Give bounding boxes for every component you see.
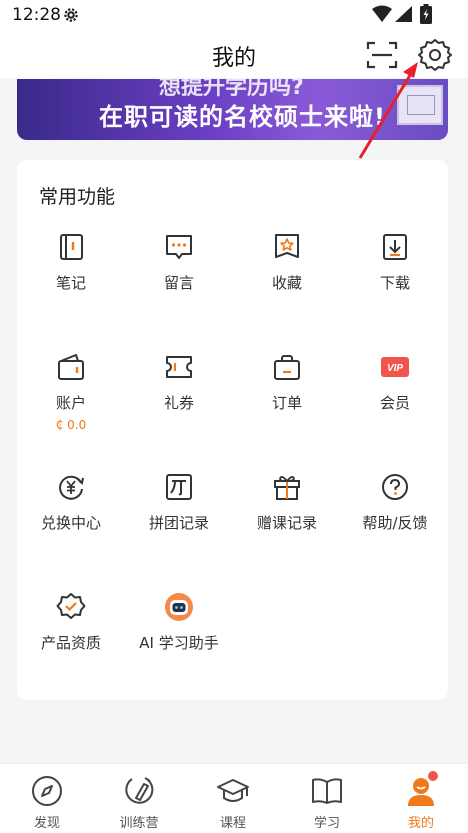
- settings-gear-icon[interactable]: [418, 38, 452, 72]
- function-label: 留言: [163, 274, 194, 292]
- group-buy-icon: [166, 474, 192, 500]
- scan-icon[interactable]: [366, 40, 398, 70]
- function-exchange-center[interactable]: 兑换中心: [17, 472, 125, 533]
- function-downloads[interactable]: 下载: [341, 232, 449, 293]
- bag-icon: [274, 355, 300, 380]
- status-time: 12:28: [12, 5, 61, 25]
- function-label: 赠课记录: [256, 514, 317, 532]
- status-bar: 12:28: [0, 0, 468, 30]
- function-group-buy-records[interactable]: 拼团记录: [125, 472, 233, 533]
- certified-badge-icon: [56, 593, 86, 619]
- tab-label: 我的: [407, 816, 434, 831]
- wallet-icon: [58, 354, 84, 380]
- function-product-qualification[interactable]: 产品资质: [17, 592, 125, 653]
- battery-icon: [420, 4, 432, 24]
- function-ai-assistant[interactable]: AI 学习助手: [125, 592, 233, 653]
- promo-banner[interactable]: 想提升学历吗? 在职可读的名校硕士来啦!: [17, 79, 448, 140]
- function-label: 下载: [379, 274, 410, 292]
- function-coupons[interactable]: 礼券: [125, 352, 233, 413]
- function-label: 礼券: [163, 394, 194, 412]
- function-messages[interactable]: 留言: [125, 232, 233, 293]
- function-notes[interactable]: 笔记: [17, 232, 125, 293]
- tab-label: 课程: [219, 816, 246, 831]
- notebook-icon: [60, 234, 83, 260]
- function-gift-course-records[interactable]: 赠课记录: [233, 472, 341, 533]
- function-label: 拼团记录: [148, 514, 209, 532]
- wifi-icon: [372, 5, 392, 22]
- help-icon: [382, 474, 408, 500]
- function-label: 账户: [55, 394, 86, 412]
- top-bar: 我的: [0, 30, 468, 78]
- graduation-cap-icon: [217, 779, 249, 802]
- function-label: 帮助/反馈: [362, 514, 428, 532]
- tab-study[interactable]: 学习: [280, 764, 374, 833]
- tab-label: 学习: [313, 816, 340, 831]
- tab-label: 训练营: [119, 816, 159, 831]
- function-label: 会员: [379, 394, 410, 412]
- common-functions-card: 常用功能 笔记 留言 收藏 下载 账户 ₵ 0.0 礼券 订单 VIP 会员 兑…: [17, 160, 448, 700]
- function-account[interactable]: 账户 ₵ 0.0: [17, 352, 125, 432]
- book-icon: [312, 778, 342, 804]
- tab-courses[interactable]: 课程: [186, 764, 280, 833]
- function-label: 产品资质: [40, 634, 101, 652]
- section-title: 常用功能: [39, 186, 116, 208]
- function-label: 收藏: [271, 274, 302, 292]
- bottom-tab-bar: 发现 训练营 课程 学习 我的: [0, 763, 468, 833]
- message-icon: [166, 235, 192, 259]
- vip-icon: VIP: [381, 357, 409, 377]
- function-favorites[interactable]: 收藏: [233, 232, 341, 293]
- account-balance: ₵ 0.0: [55, 418, 87, 432]
- function-help-feedback[interactable]: 帮助/反馈: [341, 472, 449, 533]
- banner-subheadline: 在职可读的名校硕士来啦!: [99, 103, 386, 131]
- gift-icon: [274, 476, 300, 500]
- compass-icon: [32, 776, 62, 806]
- training-icon: [125, 777, 154, 804]
- function-label: 笔记: [55, 274, 86, 292]
- notification-dot: [428, 771, 438, 781]
- tab-training-camp[interactable]: 训练营: [92, 764, 186, 833]
- coupon-icon: [166, 356, 192, 378]
- robot-assistant-icon: [165, 593, 193, 621]
- tab-label: 发现: [33, 816, 60, 831]
- function-label: AI 学习助手: [139, 634, 219, 652]
- svg-text:VIP: VIP: [387, 363, 403, 374]
- download-icon: [383, 234, 407, 260]
- function-orders[interactable]: 订单: [233, 352, 341, 413]
- diploma-image: [397, 85, 443, 125]
- function-vip[interactable]: VIP 会员: [341, 352, 449, 413]
- tab-discover[interactable]: 发现: [0, 764, 94, 833]
- tab-mine[interactable]: 我的: [374, 764, 468, 833]
- signal-icon: [395, 6, 412, 22]
- exchange-icon: [59, 475, 84, 500]
- function-label: 订单: [271, 394, 302, 412]
- status-settings-icon: [64, 8, 78, 22]
- function-label: 兑换中心: [40, 514, 101, 532]
- bookmark-star-icon: [275, 234, 299, 258]
